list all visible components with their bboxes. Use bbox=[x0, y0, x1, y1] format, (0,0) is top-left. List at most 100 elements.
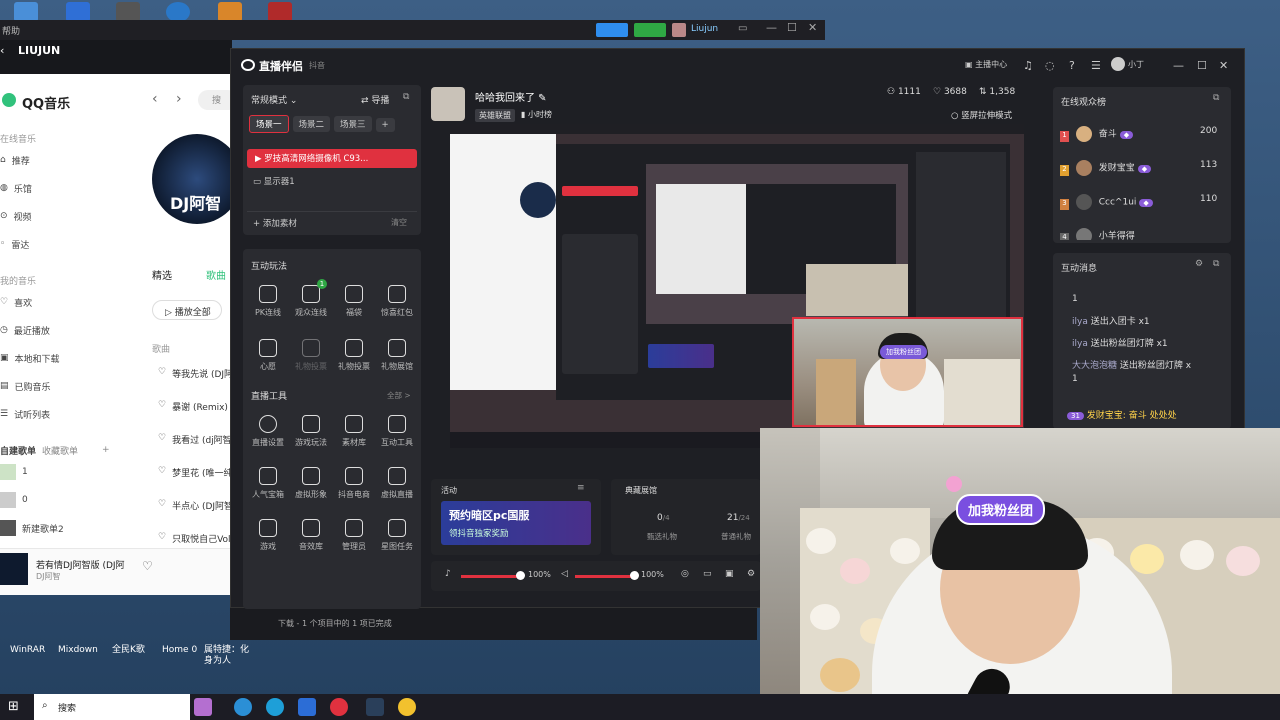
tool-sound-library[interactable]: 音效库 bbox=[291, 519, 331, 552]
song-row[interactable]: ♡ 半点心 (DJ阿智 bbox=[158, 499, 233, 512]
mic-slider-handle[interactable] bbox=[516, 571, 525, 580]
avatar[interactable] bbox=[672, 23, 686, 37]
windows-start-icon[interactable]: ⊞ bbox=[8, 699, 19, 714]
help-icon[interactable]: ? bbox=[1069, 59, 1075, 72]
stream-cover[interactable] bbox=[431, 87, 465, 121]
add-material-button[interactable]: + 添加素材 bbox=[253, 217, 297, 229]
desktop-icon-5[interactable] bbox=[218, 2, 242, 22]
tab-songs[interactable]: 歌曲 bbox=[206, 267, 226, 282]
taskbar-app-opera[interactable] bbox=[330, 698, 348, 716]
taskbar-app-books[interactable] bbox=[194, 698, 212, 716]
heart-icon[interactable]: ♡ bbox=[158, 367, 166, 380]
menu-icon[interactable]: ☰ bbox=[1091, 59, 1101, 72]
tool-gift-hall[interactable]: 礼物展馆 bbox=[377, 339, 417, 372]
category-tag[interactable]: 英雄联盟 bbox=[475, 109, 515, 122]
nav-recommend[interactable]: ⌂ 推荐 bbox=[0, 152, 30, 168]
mode-select[interactable]: 常规模式 ⌄ bbox=[251, 93, 297, 106]
tool-avatar[interactable]: 虚拟形象 bbox=[291, 467, 331, 500]
tab-scene-3[interactable]: 场景三 bbox=[334, 116, 372, 132]
popout-icon[interactable]: ⧉ bbox=[403, 92, 409, 102]
tool-audience-link[interactable]: 观众连线 1 bbox=[291, 279, 331, 318]
desktop-label-kge[interactable]: 全民K歌 bbox=[112, 645, 145, 656]
host-center-link[interactable]: ▣ 主播中心 bbox=[965, 59, 1007, 70]
message-user[interactable]: 发财宝宝: bbox=[1087, 411, 1126, 421]
maximize-icon[interactable]: ☐ bbox=[1197, 59, 1207, 72]
song-row[interactable]: ♡ 梦里花 (唯一纯 bbox=[158, 466, 232, 479]
song-row[interactable]: ♡ 暴谢 (Remix) (D bbox=[158, 400, 241, 413]
heart-icon[interactable]: ♡ bbox=[158, 466, 166, 479]
desktop-label-mixdown[interactable]: Mixdown bbox=[58, 645, 98, 656]
desktop-label-winrar[interactable]: WinRAR bbox=[10, 645, 45, 656]
heart-icon[interactable]: ♡ bbox=[158, 499, 166, 512]
bell-button[interactable] bbox=[634, 23, 666, 37]
taskbar-app-cortana[interactable] bbox=[234, 698, 252, 716]
tab-scene-1[interactable]: 场景一 bbox=[249, 115, 289, 133]
close-icon[interactable]: ✕ bbox=[808, 21, 817, 34]
message-user[interactable]: ilya bbox=[1072, 339, 1088, 349]
playlist-item[interactable]: 新建歌单2 bbox=[0, 520, 64, 536]
tool-pk[interactable]: PK连线 bbox=[248, 285, 288, 318]
viewer-row[interactable]: 4 小羊得得 110 bbox=[1060, 228, 1135, 240]
clear-button[interactable]: 清空 bbox=[391, 217, 407, 228]
stream-title[interactable]: 哈哈我回来了 ✎ bbox=[475, 89, 547, 104]
camera-source-selected[interactable]: 加我粉丝团 bbox=[792, 317, 1023, 427]
settings-icon[interactable]: ⚙ bbox=[747, 569, 755, 579]
nav-trial[interactable]: ☰ 试听列表 bbox=[0, 406, 50, 422]
message-icon[interactable]: ◌ bbox=[1045, 59, 1055, 72]
tool-interact-tools[interactable]: 互动工具 bbox=[377, 415, 417, 448]
nav-purchased[interactable]: ▤ 已购音乐 bbox=[0, 378, 51, 394]
back-chevron-icon[interactable]: ‹ bbox=[0, 44, 4, 57]
forward-icon[interactable]: › bbox=[176, 91, 182, 107]
back-icon[interactable]: ‹ bbox=[152, 91, 158, 107]
settings-icon[interactable]: ⚙ bbox=[1195, 259, 1203, 269]
tool-gift-vote[interactable]: 礼物投票 bbox=[334, 339, 374, 372]
tab-created-playlists[interactable]: 自建歌单 bbox=[0, 444, 36, 457]
activity-menu-icon[interactable]: ≡ bbox=[577, 483, 585, 493]
camera-icon[interactable]: ▭ bbox=[703, 569, 712, 579]
minimize-icon[interactable]: — bbox=[766, 21, 777, 34]
window-menu-help[interactable]: 帮助 bbox=[2, 24, 20, 37]
desktop-icon-1[interactable] bbox=[14, 2, 38, 22]
desktop-icon-6[interactable] bbox=[268, 2, 292, 22]
tool-virtual-live[interactable]: 虚拟直播 bbox=[377, 467, 417, 500]
nav-video[interactable]: ⊙ 视频 bbox=[0, 208, 32, 224]
tool-star-tasks[interactable]: 星图任务 bbox=[377, 519, 417, 552]
message-user[interactable]: 大大泡泡糖 bbox=[1072, 361, 1117, 371]
record-icon[interactable]: ▣ bbox=[725, 569, 734, 579]
host-name[interactable]: 小丁 bbox=[1128, 59, 1144, 70]
heart-icon[interactable]: ♡ bbox=[158, 400, 166, 413]
tool-wish[interactable]: 心愿 bbox=[248, 339, 288, 372]
playlist-item[interactable]: 1 bbox=[0, 464, 28, 480]
tray-username[interactable]: Liujun bbox=[691, 24, 718, 34]
song-row[interactable]: ♡ 只取悦自己Vol bbox=[158, 532, 231, 545]
nav-recent[interactable]: ◷ 最近播放 bbox=[0, 322, 50, 338]
maximize-icon[interactable]: ☐ bbox=[787, 21, 797, 34]
source-display[interactable]: ▭ 显示器1 bbox=[253, 175, 295, 187]
mic-icon[interactable]: ♪ bbox=[445, 569, 451, 579]
viewer-row[interactable]: 3 Ccc^1ui ◆ 110 bbox=[1060, 194, 1217, 210]
song-row[interactable]: ♡ 等我先说 (DJ阿 bbox=[158, 367, 233, 380]
viewer-row[interactable]: 1 奋斗 ◆ 200 bbox=[1060, 126, 1217, 142]
now-playing-cover[interactable] bbox=[0, 553, 28, 585]
host-avatar[interactable] bbox=[1111, 57, 1125, 71]
popout-icon[interactable]: ⧉ bbox=[1213, 93, 1219, 103]
desktop-label-home[interactable]: Home 0 bbox=[162, 645, 197, 656]
tool-red-packet[interactable]: 惊喜红包 bbox=[377, 285, 417, 318]
tool-game[interactable]: 游戏 bbox=[248, 519, 288, 552]
headset-icon[interactable]: ♫ bbox=[1023, 59, 1033, 72]
tool-ecommerce[interactable]: 抖音电商 bbox=[334, 467, 374, 500]
add-scene-button[interactable]: + bbox=[375, 118, 395, 132]
tab-featured[interactable]: 精选 bbox=[152, 267, 172, 282]
taskbar-search[interactable]: ⌕ 搜索 bbox=[34, 694, 190, 720]
heart-icon[interactable]: ♡ bbox=[158, 433, 166, 446]
play-all-button[interactable]: ▷ 播放全部 bbox=[152, 300, 222, 320]
tool-popularity-box[interactable]: 人气宝箱 bbox=[248, 467, 288, 500]
screen-icon[interactable]: ▭ bbox=[738, 23, 747, 34]
heart-icon[interactable]: ♡ bbox=[158, 532, 166, 545]
message-user[interactable]: ilya bbox=[1072, 317, 1088, 327]
source-camera[interactable]: ▶ 罗技高清网络摄像机 C93... bbox=[247, 149, 417, 168]
viewer-row[interactable]: 2 发财宝宝 ◆ 113 bbox=[1060, 160, 1217, 176]
like-heart-icon[interactable]: ♡ bbox=[142, 559, 153, 573]
tool-material-library[interactable]: 素材库 bbox=[334, 415, 374, 448]
album-art[interactable]: DJ阿智 bbox=[152, 134, 242, 224]
